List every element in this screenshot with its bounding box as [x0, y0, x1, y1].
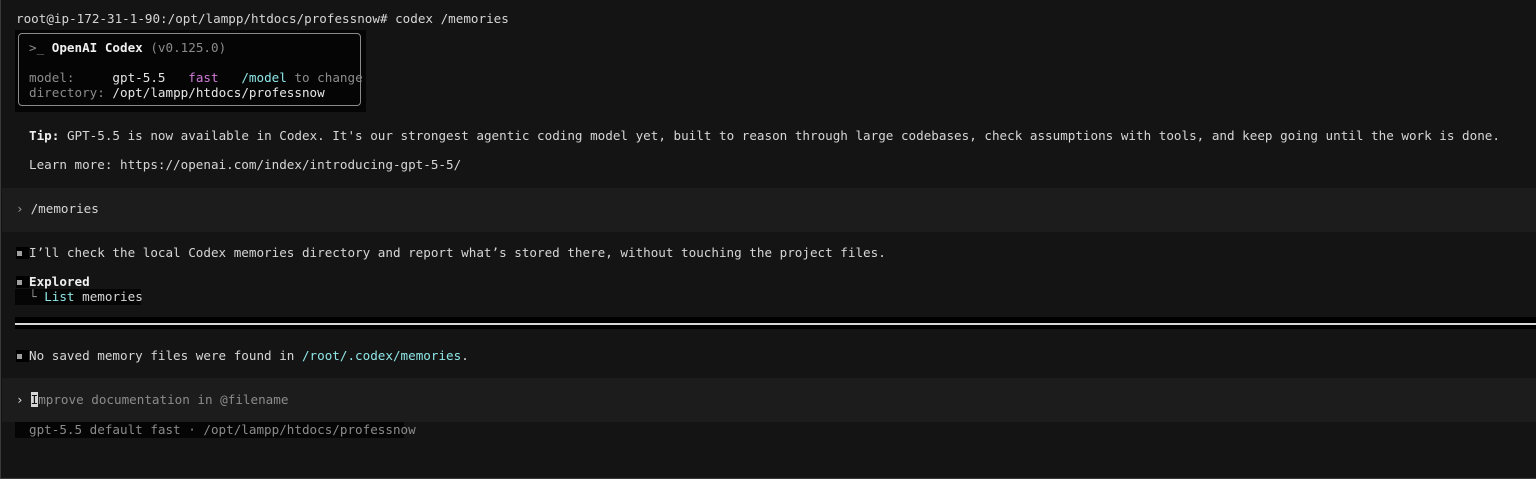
- assistant-message-1: I’ll check the local Codex memories dire…: [16, 245, 886, 261]
- directory-value: /opt/lampp/htdocs/professnow: [112, 85, 325, 100]
- chevron-right-icon: ›: [16, 392, 24, 407]
- header-model-line: model: gpt-5.5 fast /model to change: [29, 70, 363, 85]
- user-command-line: › /memories: [16, 201, 99, 217]
- assistant-message-1-text: I’ll check the local Codex memories dire…: [29, 245, 886, 260]
- user-command: /memories: [30, 201, 99, 216]
- model-label: model:: [29, 70, 75, 85]
- composer-input[interactable]: › Improve documentation in @filename: [16, 392, 288, 408]
- model-speed: fast: [188, 70, 219, 85]
- model-value: gpt-5.5: [112, 70, 166, 85]
- app-name: OpenAI Codex: [51, 40, 143, 55]
- learn-more-link[interactable]: Learn more: https://openai.com/index/int…: [29, 157, 461, 173]
- message2-suffix: .: [461, 348, 469, 363]
- user-command-band: [2, 188, 1536, 232]
- assistant-message-2: No saved memory files were found in /roo…: [16, 348, 469, 364]
- header-title-line: >_ OpenAI Codex (v0.125.0): [29, 40, 226, 55]
- explored-heading: Explored: [16, 274, 90, 290]
- separator-shadow-bottom: [15, 325, 1536, 329]
- input-placeholder: mprove documentation in @filename: [38, 392, 289, 407]
- action-target: memories: [82, 289, 143, 304]
- header-directory-line: directory: /opt/lampp/htdocs/professnow: [29, 85, 325, 100]
- bullet-icon: [16, 246, 29, 259]
- model-hint: to change: [294, 70, 363, 85]
- terminal-window[interactable]: root@ip-172-31-1-90:/opt/lampp/htdocs/pr…: [0, 0, 1536, 479]
- codex-header-box: >_ OpenAI Codex (v0.125.0) model: gpt-5.…: [18, 33, 363, 106]
- memories-path: /root/.codex/memories: [301, 348, 462, 363]
- tip-line: Tip: GPT-5.5 is now available in Codex. …: [29, 128, 1500, 144]
- action-verb: List: [44, 289, 75, 304]
- shell-prompt-line: root@ip-172-31-1-90:/opt/lampp/htdocs/pr…: [16, 11, 509, 26]
- app-version: (v0.125.0): [150, 40, 227, 55]
- status-bar: gpt-5.5 default fast · /opt/lampp/htdocs…: [29, 422, 416, 437]
- message2-prefix: No saved memory files were found in: [29, 348, 302, 363]
- explored-action: └ List memories: [29, 289, 143, 305]
- tip-label: Tip:: [29, 128, 60, 143]
- bullet-icon: [16, 275, 29, 288]
- tree-branch-icon: └: [29, 289, 37, 304]
- chevron-right-icon: ›: [16, 201, 24, 216]
- explored-label: Explored: [29, 274, 90, 289]
- bullet-icon: [16, 349, 29, 362]
- model-command: /model: [241, 70, 287, 85]
- tip-text: GPT-5.5 is now available in Codex. It's …: [66, 128, 1500, 143]
- directory-label: directory:: [29, 85, 105, 100]
- prompt-icon: >_: [29, 40, 52, 55]
